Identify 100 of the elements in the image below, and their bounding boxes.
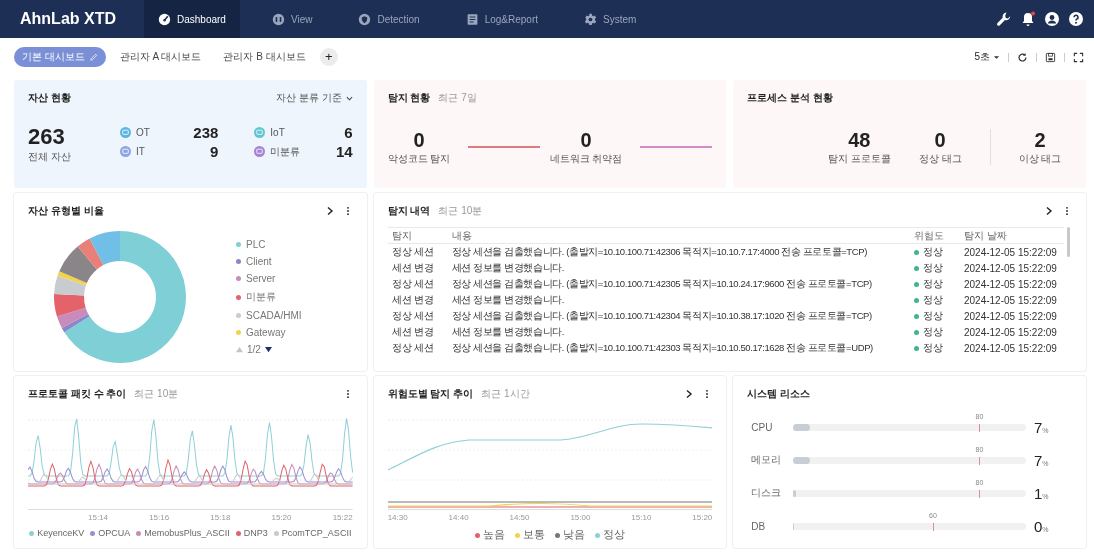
pencil-icon: [89, 53, 98, 61]
total-count: 263: [28, 124, 66, 150]
card-title: 위험도별 탐지 추이: [387, 387, 474, 401]
table-cell-text: 세션 정보를 변경했습니다.: [450, 292, 565, 307]
resource-label: DB: [751, 520, 767, 532]
chevron-right-icon[interactable]: [1044, 206, 1054, 216]
help-icon[interactable]: [1068, 11, 1084, 27]
stat-value: 48: [848, 128, 871, 152]
axis-label: 15:22: [332, 513, 353, 522]
table-cell-text: 세션 정보를 변경했습니다.: [450, 324, 565, 339]
column-header: 탐지: [387, 227, 448, 244]
stat-value: 0: [413, 128, 425, 152]
fullscreen-icon[interactable]: [1073, 51, 1084, 63]
resource-label: 디스크: [751, 486, 783, 500]
table-cell-text: 정상 세션: [390, 277, 436, 291]
page-down-icon[interactable]: [264, 346, 272, 353]
wrench-icon[interactable]: [996, 11, 1012, 27]
page-indicator: 1/2: [247, 344, 261, 355]
legend-label: Client: [246, 256, 272, 267]
scrollbar[interactable]: [1067, 227, 1070, 257]
axis-label: 14:50: [509, 513, 530, 522]
table-cell: 정상 세션: [387, 243, 448, 260]
table-cell-text: 2024-12-05 15:22:09: [963, 309, 1058, 324]
table-cell-text: 세션 변경: [390, 261, 436, 275]
stat-value: 0: [934, 128, 946, 152]
nav-tab[interactable]: Log&Report: [451, 0, 553, 38]
bell-icon[interactable]: [1020, 11, 1036, 27]
nav-tab[interactable]: Dashboard: [144, 0, 240, 38]
card-title: 프로토콜 패킷 수 추이: [28, 387, 127, 401]
nav-tab[interactable]: System: [570, 0, 651, 38]
save-icon[interactable]: [1045, 51, 1056, 63]
legend-label: 높음: [483, 528, 505, 542]
card-title: 탐지 현황: [387, 91, 431, 105]
severity-label: 정상: [923, 325, 943, 339]
table-cell-text: 정상 세션: [390, 341, 436, 355]
legend-label: KeyenceKV: [37, 528, 85, 538]
legend-label: 낮음: [563, 528, 585, 542]
category-label: IT: [136, 146, 145, 157]
refresh-icon[interactable]: [1017, 51, 1028, 63]
stat-label: 정상 태그: [918, 152, 962, 166]
resource-label: CPU: [751, 421, 774, 433]
legend-label: 미분류: [246, 290, 276, 304]
severity-label: 정상: [923, 293, 943, 307]
table-cell-text: 2024-12-05 15:22:09: [963, 341, 1058, 356]
stat-label: 네트워크 취약점: [549, 152, 623, 166]
threshold-marker: [932, 522, 934, 531]
filter-dropdown[interactable]: 자산 분류 기준: [276, 91, 353, 105]
card-title: 자산 현황: [28, 91, 71, 105]
table-cell-text: 정상 세션을 검출했습니다. (출발지=10.10.100.71:42304 목적지=10.10.38.17:1020 전송 프로토콜=TCP): [450, 308, 873, 323]
card-subtitle: 최근 7일: [438, 91, 477, 105]
board-tab[interactable]: 관리자 B 대시보드: [215, 47, 314, 67]
nav-tab[interactable]: Detection: [344, 0, 434, 38]
usage-value: 7: [1034, 451, 1043, 469]
axis-label: 15:00: [570, 513, 591, 522]
board-tab[interactable]: 관리자 A 대시보드: [111, 47, 210, 67]
brand-logo: AhnLab XTD: [20, 10, 117, 28]
stat-value: 0: [580, 128, 592, 152]
card-title: 프로세스 분석 현황: [747, 91, 833, 105]
axis-label: 15:14: [88, 513, 109, 522]
category-count: 9: [210, 143, 219, 160]
legend-label: 보통: [523, 528, 545, 542]
axis-label: 15:10: [631, 513, 652, 522]
card-title: 시스템 리소스: [747, 387, 811, 401]
stat-value: 2: [1034, 128, 1046, 152]
column-header: 탐지 날짜: [960, 227, 1064, 244]
axis-label: 14:30: [387, 513, 408, 522]
stat-label: 탐지 프로토콜: [828, 152, 891, 166]
axis-label: 15:20: [271, 513, 292, 522]
axis-label: 14:40: [448, 513, 469, 522]
severity-label: 정상: [923, 309, 943, 323]
legend-label: MemobusPlus_ASCII: [144, 528, 230, 538]
category-count: 238: [193, 124, 219, 141]
severity-label: 정상: [923, 277, 943, 291]
card-title: 자산 유형별 비율: [28, 204, 104, 218]
axis-label: 15:16: [149, 513, 170, 522]
caret-icon: [993, 53, 1000, 61]
nav-tab[interactable]: View: [257, 0, 327, 38]
category-count: 14: [335, 143, 353, 160]
severity-label: 정상: [923, 261, 943, 275]
interval-dropdown[interactable]: 5초: [974, 50, 1000, 64]
legend-label: Server: [246, 273, 276, 284]
category-label: 미분류: [270, 144, 301, 159]
legend-label: SCADA/HMI: [246, 310, 302, 321]
legend-label: Gateway: [246, 327, 286, 338]
legend-label: DNP3: [243, 528, 268, 538]
table-cell-text: 세션 변경: [390, 325, 436, 339]
table-cell-text: 정상 세션을 검출했습니다. (출발지=10.10.100.71:42305 목적지=10.10.24.17:9600 전송 프로토콜=TCP): [450, 276, 873, 291]
table-cell-text: 세션 정보를 변경했습니다.: [450, 260, 565, 275]
add-dashboard-button[interactable]: +: [319, 48, 338, 66]
axis-label: 15:18: [210, 513, 231, 522]
stat-label: 이상 태그: [1018, 152, 1062, 166]
axis-label: 15:20: [692, 513, 713, 522]
usage-value: 1: [1034, 484, 1043, 502]
card-subtitle: 최근 1시간: [481, 387, 530, 401]
table-cell-text: 2024-12-05 15:22:09: [963, 261, 1058, 276]
usage-value: 7: [1034, 418, 1043, 436]
table-cell-text: 세션 변경: [390, 293, 436, 307]
table-cell-text: 정상 세션을 검출했습니다. (출발지=10.10.100.71:42303 목적지=10.10.50.17:1628 전송 프로토콜=UDP): [450, 340, 874, 355]
legend-label: OPCUA: [98, 528, 131, 538]
user-icon[interactable]: [1044, 11, 1060, 27]
